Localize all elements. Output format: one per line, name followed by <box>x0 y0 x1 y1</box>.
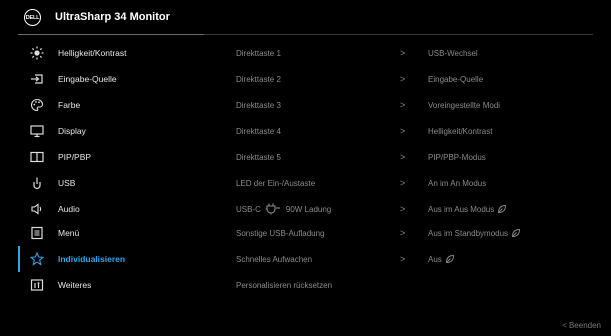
sidebar-item-label: Helligkeit/Kontrast <box>58 48 127 58</box>
eco-leaf-icon <box>511 228 521 238</box>
sidebar-item-input-source[interactable]: Eingabe-Quelle <box>18 66 204 92</box>
chevron-right-icon: > <box>400 204 406 214</box>
chevron-right-icon: > <box>400 254 406 264</box>
sidebar-item-label: Display <box>58 126 86 136</box>
chevron-right-icon: > <box>400 48 406 58</box>
setting-shortcut-key-4[interactable]: Direkttaste 4 <box>236 118 281 144</box>
setting-value-row: Aus im Aus Modus <box>428 196 507 222</box>
eco-leaf-icon <box>445 254 455 264</box>
setting-value: An im An Modus <box>428 178 487 188</box>
title-bar: DELL UltraSharp 34 Monitor <box>0 0 611 34</box>
charging-plug-icon <box>265 203 281 215</box>
sidebar-item-label: Weiteres <box>58 280 92 290</box>
setting-value: Aus im Aus Modus <box>428 204 495 214</box>
usb-icon <box>30 176 44 190</box>
sidebar-item-color[interactable]: Farbe <box>18 92 204 118</box>
setting-usbc-charging[interactable]: USB-C 90W Ladung <box>236 196 331 222</box>
speaker-icon <box>30 202 44 216</box>
sidebar-item-menu[interactable]: Menü <box>18 220 204 246</box>
pip-pbp-icon <box>30 150 44 164</box>
setting-power-led[interactable]: LED der Ein-/Austaste <box>236 170 315 196</box>
chevron-right-icon: > <box>400 152 406 162</box>
setting-value: Aus <box>428 254 442 264</box>
setting-value: Helligkeit/Kontrast <box>428 126 493 136</box>
setting-other-usb-charging[interactable]: Sonstige USB-Aufladung <box>236 220 325 246</box>
sidebar-item-label: USB <box>58 178 76 188</box>
header-divider-highlight <box>18 34 204 35</box>
color-palette-icon <box>30 98 44 112</box>
chevron-right-icon: > <box>400 100 406 110</box>
chevron-right-icon: > <box>400 74 406 84</box>
setting-shortcut-key-1[interactable]: Direkttaste 1 <box>236 40 281 66</box>
monitor-title: UltraSharp 34 Monitor <box>55 11 170 23</box>
setting-value: Aus im Standbymodus <box>428 228 509 238</box>
setting-value: PIP/PBP-Modus <box>428 152 486 162</box>
sidebar-item-pip-pbp[interactable]: PIP/PBP <box>18 144 204 170</box>
sidebar-item-display[interactable]: Display <box>18 118 204 144</box>
setting-shortcut-key-2[interactable]: Direkttaste 2 <box>236 66 281 92</box>
sidebar-item-personalize[interactable]: Individualisieren <box>18 246 204 272</box>
chevron-right-icon: > <box>400 178 406 188</box>
exit-button[interactable]: < Beenden <box>562 321 601 330</box>
setting-value: Voreingestellte Modi <box>428 100 501 110</box>
sidebar-item-label: Individualisieren <box>58 254 126 264</box>
setting-shortcut-key-5[interactable]: Direkttaste 5 <box>236 144 281 170</box>
usbc-label: USB-C <box>236 204 261 214</box>
sidebar-item-others[interactable]: Weiteres <box>18 272 204 298</box>
menu-icon <box>30 226 44 240</box>
setting-fast-wakeup[interactable]: Schnelles Aufwachen <box>236 246 312 272</box>
sidebar-item-label: Eingabe-Quelle <box>58 74 117 84</box>
input-source-icon <box>30 72 44 86</box>
sidebar-item-label: Audio <box>58 204 80 214</box>
chevron-right-icon: > <box>400 126 406 136</box>
setting-value: USB-Wechsel <box>428 48 478 58</box>
sidebar-item-label: PIP/PBP <box>58 152 92 162</box>
setting-value-row: Aus im Standbymodus <box>428 220 521 246</box>
eco-leaf-icon <box>497 204 507 214</box>
setting-reset-personalization[interactable]: Personalisieren rücksetzen <box>236 272 332 298</box>
setting-value-row: Aus <box>428 246 455 272</box>
star-icon <box>30 252 44 266</box>
sidebar-item-usb[interactable]: USB <box>18 170 204 196</box>
sidebar-item-label: Menü <box>58 228 80 238</box>
display-icon <box>30 124 44 138</box>
chevron-right-icon: > <box>400 228 406 238</box>
sidebar-item-audio[interactable]: Audio <box>18 196 204 222</box>
sidebar-item-brightness-contrast[interactable]: Helligkeit/Kontrast <box>18 40 204 66</box>
usbc-charging-label: 90W Ladung <box>285 204 332 214</box>
info-icon <box>30 278 44 292</box>
brightness-icon <box>30 46 44 60</box>
sidebar-item-label: Farbe <box>58 100 81 110</box>
setting-shortcut-key-3[interactable]: Direkttaste 3 <box>236 92 281 118</box>
setting-value: Eingabe-Quelle <box>428 74 484 84</box>
dell-logo: DELL <box>24 9 41 26</box>
